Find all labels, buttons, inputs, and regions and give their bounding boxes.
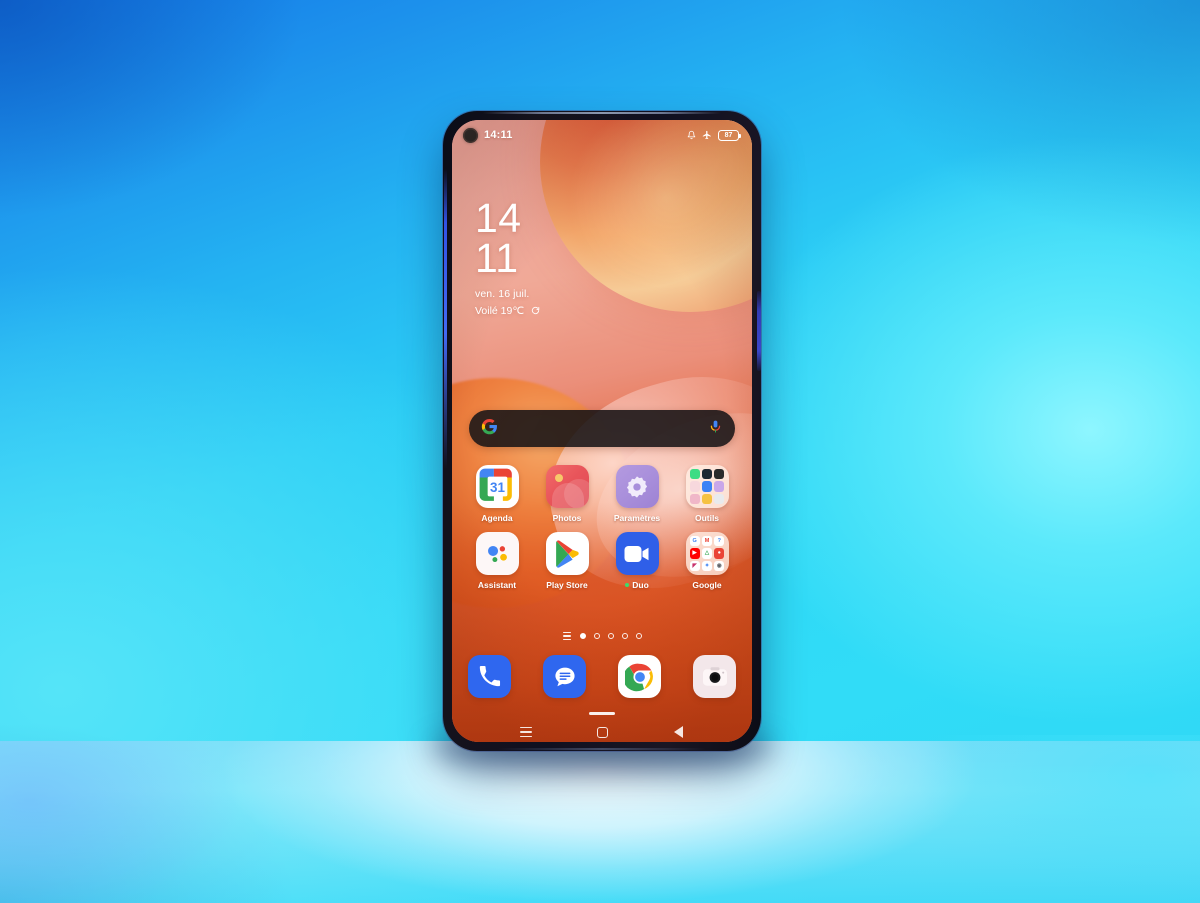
- microphone-icon[interactable]: [708, 419, 723, 439]
- folder-tile: ◉: [714, 560, 725, 571]
- triangle-back-icon: [673, 726, 683, 738]
- battery-percent-label: 87: [724, 131, 733, 139]
- app-label: Duo: [625, 580, 649, 590]
- folder-tile: ●: [714, 548, 725, 559]
- folder-tile: [701, 493, 713, 504]
- app-agenda[interactable]: 31 Agenda: [468, 465, 526, 523]
- svg-text:31: 31: [490, 480, 505, 495]
- surface-left-glow: [0, 741, 330, 903]
- home-button[interactable]: [587, 723, 617, 741]
- settings-gear-icon[interactable]: [615, 465, 659, 508]
- folder-tile: [689, 493, 700, 504]
- status-bar-time: 14:11: [484, 129, 513, 141]
- back-button[interactable]: [663, 723, 693, 741]
- app-label: Google: [692, 580, 722, 590]
- chrome-icon[interactable]: [618, 655, 661, 698]
- app-list-icon[interactable]: [562, 632, 571, 641]
- app-parametres[interactable]: Paramètres: [608, 465, 666, 523]
- clock-minutes: 11: [475, 235, 519, 282]
- notification-bell-icon: [687, 130, 696, 140]
- folder-tile: ◤: [689, 560, 700, 571]
- clock-date-label: ven. 16 juil.: [475, 288, 530, 301]
- folder-tile: [701, 481, 713, 492]
- frame-bottom-highlight: [498, 748, 706, 750]
- folder-tile: [701, 469, 713, 480]
- google-search-bar[interactable]: [469, 410, 735, 447]
- dock[interactable]: [468, 655, 736, 698]
- clock-hours: 14: [475, 195, 522, 241]
- photo-scene: 14:11 87 14 11 ven. 16 juil. Voilé 19℃ 3…: [0, 0, 1200, 903]
- power-button[interactable]: [757, 291, 761, 371]
- duo-status-dot: [625, 583, 630, 587]
- duo-video-icon[interactable]: [615, 532, 659, 575]
- page-dot[interactable]: [593, 633, 600, 640]
- phone-screen[interactable]: 14:11 87 14 11 ven. 16 juil. Voilé 19℃ 3…: [452, 120, 752, 742]
- page-indicator[interactable]: [452, 632, 752, 641]
- google-assistant-icon[interactable]: [475, 532, 519, 575]
- app-label: Photos: [552, 513, 582, 523]
- app-google-folder[interactable]: G M ? ▶ △ ● ◤ ✦ ◉ Google: [678, 532, 736, 590]
- status-bar[interactable]: 14:11 87: [452, 120, 752, 150]
- folder-tile-grid: [689, 469, 725, 504]
- folder-tile: △: [701, 548, 713, 559]
- app-duo[interactable]: Duo: [608, 532, 666, 590]
- app-photos[interactable]: Photos: [538, 465, 596, 523]
- status-bar-icons: 87: [687, 129, 741, 141]
- airplane-mode-icon: [702, 130, 712, 140]
- weather-label: Voilé 19℃: [475, 305, 525, 318]
- app-outils-folder[interactable]: Outils: [678, 465, 736, 523]
- folder-tile: [714, 481, 725, 492]
- folder-tile: M: [701, 536, 713, 547]
- folder-tile: ✦: [701, 560, 713, 571]
- calendar-icon[interactable]: 31: [475, 465, 519, 508]
- battery-icon: 87: [718, 129, 741, 141]
- app-grid[interactable]: 31 Agenda Photos Paramètres Outils Assis…: [468, 465, 736, 599]
- folder-tile: ▶: [689, 548, 700, 559]
- folder-tile: [714, 469, 725, 480]
- app-assistant[interactable]: Assistant: [468, 532, 526, 590]
- page-dot-active[interactable]: [579, 633, 586, 640]
- folder-tile: ?: [714, 536, 725, 547]
- camera-icon[interactable]: [693, 655, 736, 698]
- volume-rocker[interactable]: [444, 169, 447, 469]
- play-store-icon[interactable]: [545, 532, 589, 575]
- folder-icon[interactable]: G M ? ▶ △ ● ◤ ✦ ◉: [685, 532, 729, 575]
- page-dot[interactable]: [635, 633, 642, 640]
- smartphone-device: 14:11 87 14 11 ven. 16 juil. Voilé 19℃ 3…: [443, 111, 761, 751]
- photos-icon[interactable]: [545, 465, 589, 508]
- app-label: Paramètres: [613, 513, 661, 523]
- folder-tile: [689, 481, 700, 492]
- folder-tile-grid: G M ? ▶ △ ● ◤ ✦ ◉: [689, 536, 725, 571]
- weather-row[interactable]: Voilé 19℃: [475, 302, 540, 320]
- navigation-bar[interactable]: [452, 722, 752, 742]
- folder-tile: [689, 469, 700, 480]
- app-label-text: Duo: [632, 580, 649, 590]
- page-dot[interactable]: [621, 633, 628, 640]
- app-row-2: Assistant Play Store Duo G M ? ▶ △ ● ◤ ✦…: [468, 532, 736, 590]
- clock-weather-widget[interactable]: 14 11 ven. 16 juil. Voilé 19℃: [475, 195, 540, 320]
- app-label: Play Store: [546, 580, 588, 590]
- surface-right-glow: [820, 735, 1200, 903]
- frame-top-highlight: [483, 112, 721, 114]
- page-dot[interactable]: [607, 633, 614, 640]
- app-play-store[interactable]: Play Store: [538, 532, 596, 590]
- google-g-icon[interactable]: [481, 418, 498, 440]
- square-icon: [596, 726, 608, 738]
- folder-tile: G: [689, 536, 700, 547]
- home-indicator[interactable]: [589, 712, 615, 715]
- phone-handset-icon[interactable]: [468, 655, 511, 698]
- refresh-icon[interactable]: [531, 302, 540, 320]
- app-label: Assistant: [477, 580, 517, 590]
- app-label: Outils: [694, 513, 720, 523]
- hamburger-icon: [520, 726, 532, 738]
- app-row-1: 31 Agenda Photos Paramètres Outils: [468, 465, 736, 523]
- messages-bubble-icon[interactable]: [543, 655, 586, 698]
- punch-hole-camera: [463, 127, 478, 143]
- app-label: Agenda: [481, 513, 513, 523]
- folder-tile: [714, 493, 725, 504]
- recents-button[interactable]: [511, 723, 541, 741]
- folder-icon[interactable]: [685, 465, 729, 508]
